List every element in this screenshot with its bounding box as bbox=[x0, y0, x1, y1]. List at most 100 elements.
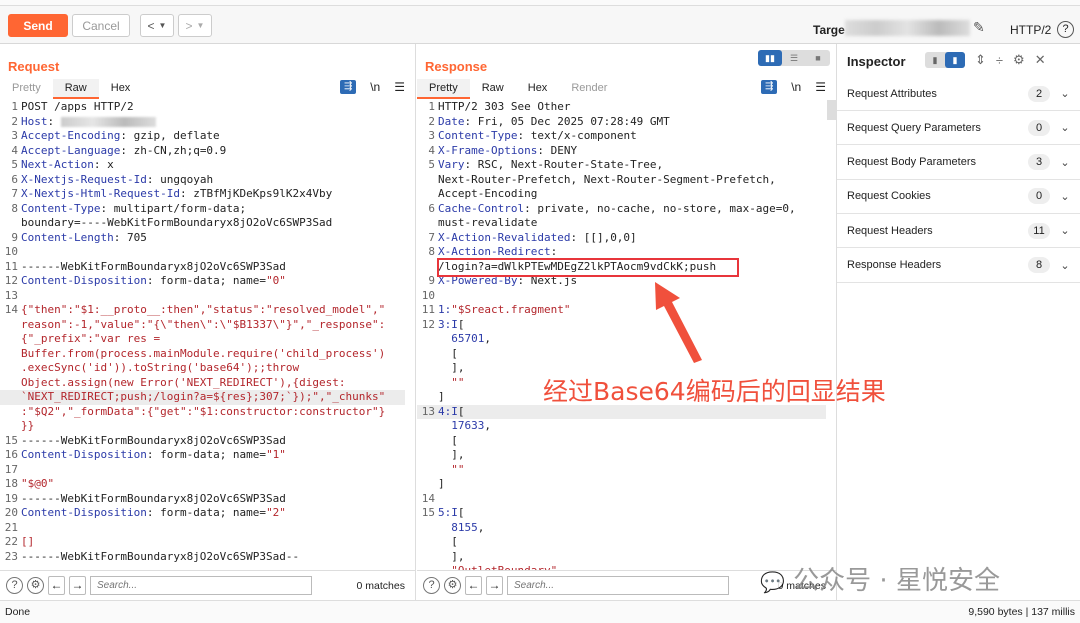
tab-render[interactable]: Render bbox=[559, 79, 619, 99]
line-number bbox=[0, 361, 20, 376]
code-text: [ bbox=[438, 346, 458, 360]
chevron-down-icon[interactable]: ⌄ bbox=[1050, 121, 1080, 134]
prev-match-arrow-icon[interactable]: ← bbox=[465, 576, 482, 595]
code-line: 1 POST /apps HTTP/2 bbox=[0, 100, 405, 115]
line-number bbox=[417, 535, 437, 550]
inspector-section[interactable]: Request Cookies 0 ⌄ bbox=[837, 180, 1080, 214]
tab-pretty[interactable]: Pretty bbox=[0, 79, 53, 99]
expand-all-icon[interactable]: ⇕ bbox=[975, 52, 986, 68]
word-wrap-icon[interactable]: ⇶ bbox=[761, 80, 778, 94]
settings-gear-icon[interactable]: ⚙ bbox=[27, 577, 44, 594]
tab-pretty[interactable]: Pretty bbox=[417, 79, 470, 99]
code-line: 8 Content-Type: multipart/form-data; bbox=[0, 202, 405, 217]
inspector-section[interactable]: Request Body Parameters 3 ⌄ bbox=[837, 146, 1080, 180]
line-number: 7 bbox=[11, 187, 18, 200]
line-number: 10 bbox=[421, 288, 435, 302]
newline-toggle-icon[interactable]: \n bbox=[791, 80, 801, 94]
prev-match-arrow-icon[interactable]: ← bbox=[48, 576, 65, 595]
code-line: 6 X-Nextjs-Request-Id: ungqoyah bbox=[0, 173, 405, 188]
chevron-down-icon[interactable]: ⌄ bbox=[1050, 224, 1080, 237]
code-text: , bbox=[477, 520, 485, 534]
layout-right-icon[interactable]: ▮ bbox=[945, 52, 965, 68]
chevron-down-icon[interactable]: ⌄ bbox=[1050, 190, 1080, 203]
settings-gear-icon[interactable]: ⚙ bbox=[444, 577, 461, 594]
header-name: 4:I bbox=[438, 404, 458, 418]
layout-toggle: ▮▮ ☰ ■ bbox=[758, 50, 830, 66]
code-line: 5 Vary: RSC, Next-Router-State-Tree, bbox=[417, 158, 826, 173]
side-by-side-layout-icon[interactable]: ▮▮ bbox=[758, 50, 782, 66]
header-name: X-Nextjs-Request-Id bbox=[21, 172, 147, 186]
line-number: 4 bbox=[428, 143, 435, 157]
chevron-down-icon[interactable]: ⌄ bbox=[1050, 259, 1080, 272]
send-button[interactable]: Send bbox=[8, 14, 68, 37]
line-number bbox=[0, 419, 20, 434]
response-size: 9,590 bytes | 137 millis bbox=[968, 606, 1075, 618]
forward-button[interactable]: > ▼ bbox=[178, 14, 212, 37]
header-name: Content-Length bbox=[21, 230, 114, 244]
section-count: 2 bbox=[1028, 85, 1050, 102]
code-text: Next-Router-Prefetch, Next-Router-Segmen… bbox=[438, 172, 776, 186]
tabbed-layout-icon[interactable]: ■ bbox=[806, 50, 830, 66]
code-text: ] bbox=[438, 390, 445, 403]
inspector-section[interactable]: Request Query Parameters 0 ⌄ bbox=[837, 111, 1080, 146]
back-button[interactable]: < ▼ bbox=[140, 14, 174, 37]
code-line: 23 ------WebKitFormBoundaryx8jO2oVc6SWP3S… bbox=[0, 550, 405, 565]
scrollbar[interactable] bbox=[827, 100, 836, 120]
line-number: 7 bbox=[428, 230, 435, 244]
inspector-section[interactable]: Request Attributes 2 ⌄ bbox=[837, 77, 1080, 111]
response-editor[interactable]: 1 HTTP/2 303 See Other 2 Date: Fri, 05 Dec … bbox=[417, 100, 826, 570]
status-text: Done bbox=[5, 606, 31, 618]
line-number: 8 bbox=[428, 245, 435, 258]
code-text: ], bbox=[438, 361, 465, 374]
newline-toggle-icon[interactable]: \n bbox=[370, 80, 380, 94]
request-search-input[interactable] bbox=[90, 576, 312, 595]
word-wrap-icon[interactable]: ⇶ bbox=[340, 80, 357, 94]
response-search-input[interactable] bbox=[507, 576, 729, 595]
close-icon[interactable]: ✕ bbox=[1035, 52, 1046, 68]
target-host-blurred[interactable] bbox=[845, 20, 970, 36]
line-number: 12 bbox=[421, 317, 435, 331]
code-line: 9 Content-Length: 705 bbox=[0, 231, 405, 246]
tab-raw[interactable]: Raw bbox=[470, 79, 516, 99]
help-icon[interactable]: ? bbox=[1057, 21, 1074, 38]
line-number: 3 bbox=[428, 129, 435, 142]
request-panel: Request Pretty Raw Hex ⇶ \n ☰ 1 POST /apps HT… bbox=[0, 44, 416, 600]
inspector-section[interactable]: Request Headers 11 ⌄ bbox=[837, 214, 1080, 249]
menu-icon[interactable]: ☰ bbox=[394, 80, 405, 94]
edit-pencil-icon[interactable]: ✎ bbox=[973, 19, 985, 36]
next-match-arrow-icon[interactable]: → bbox=[486, 576, 503, 595]
code-text: reason":-1,"value":"{\"then\":\"$B1337\"… bbox=[21, 317, 386, 331]
help-icon[interactable]: ? bbox=[6, 577, 23, 594]
code-text: : 705 bbox=[113, 230, 147, 244]
line-number: 1 bbox=[428, 100, 435, 113]
chevron-down-icon[interactable]: ⌄ bbox=[1050, 87, 1080, 100]
chevron-down-icon[interactable]: ⌄ bbox=[1050, 156, 1080, 169]
dropdown-icon[interactable]: ▼ bbox=[159, 21, 167, 30]
tab-hex[interactable]: Hex bbox=[99, 79, 143, 99]
code-line: "" bbox=[417, 463, 826, 478]
request-editor[interactable]: 1 POST /apps HTTP/2 2 Host: 3 Accept-Encodin… bbox=[0, 100, 405, 570]
section-label: Request Attributes bbox=[847, 87, 937, 100]
tab-hex[interactable]: Hex bbox=[516, 79, 560, 99]
section-count: 0 bbox=[1028, 188, 1050, 205]
dropdown-icon[interactable]: ▼ bbox=[197, 21, 205, 30]
layout-left-icon[interactable]: ▮ bbox=[925, 52, 945, 68]
code-text: boundary=----WebKitFormBoundaryx8jO2oVc6… bbox=[21, 216, 333, 229]
protocol-label[interactable]: HTTP/2 bbox=[1010, 23, 1051, 37]
response-title: Response bbox=[425, 59, 488, 74]
next-match-arrow-icon[interactable]: → bbox=[69, 576, 86, 595]
header-name: 5:I bbox=[438, 506, 458, 519]
help-icon[interactable]: ? bbox=[423, 577, 440, 594]
code-text: "" bbox=[438, 462, 465, 476]
line-number: 12 bbox=[4, 274, 18, 287]
collapse-all-icon[interactable]: ÷ bbox=[996, 53, 1003, 68]
cancel-button[interactable]: Cancel bbox=[72, 14, 130, 37]
code-text: : x bbox=[93, 158, 114, 171]
tab-raw[interactable]: Raw bbox=[52, 79, 99, 99]
code-line: Object.assign(new Error('NEXT_REDIRECT')… bbox=[0, 376, 405, 391]
inspector-section[interactable]: Response Headers 8 ⌄ bbox=[837, 249, 1080, 283]
line-number: 21 bbox=[4, 520, 18, 534]
stacked-layout-icon[interactable]: ☰ bbox=[782, 50, 806, 66]
settings-gear-icon[interactable]: ⚙ bbox=[1013, 52, 1025, 68]
menu-icon[interactable]: ☰ bbox=[815, 80, 826, 94]
